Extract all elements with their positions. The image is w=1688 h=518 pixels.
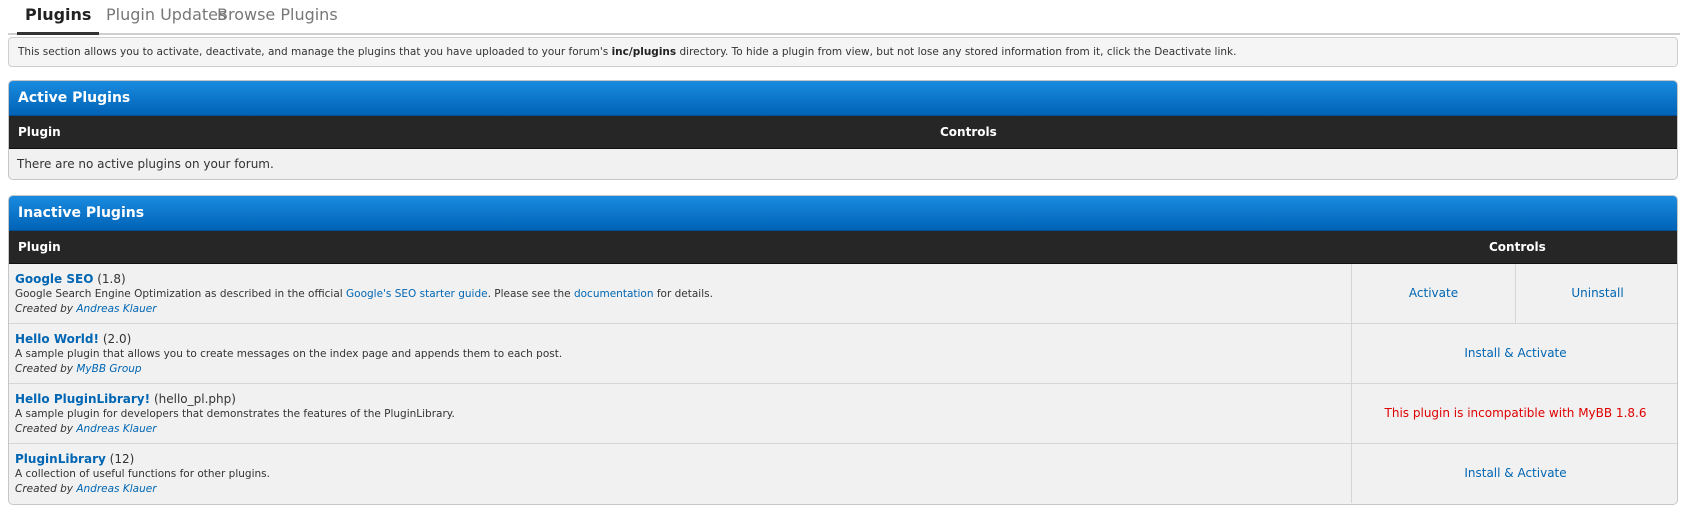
documentation-link[interactable]: documentation: [574, 288, 654, 300]
plugin-info: Hello PluginLibrary! (hello_pl.php) A sa…: [15, 391, 1335, 437]
plugin-version: (2.0): [102, 332, 132, 346]
tab-plugin-updates[interactable]: Plugin Updates: [106, 4, 226, 33]
activate-button[interactable]: Activate: [1409, 286, 1458, 300]
plugin-author-line: Created by Andreas Klauer: [15, 302, 1335, 317]
created-by-label: Created by: [15, 363, 77, 375]
install-activate-button[interactable]: Install & Activate: [1464, 466, 1566, 480]
plugin-version: (1.8): [97, 272, 126, 286]
control-cell: Activate: [1351, 264, 1515, 323]
table-row: Hello World! (2.0) A sample plugin that …: [9, 323, 1677, 383]
tab-bar: Plugins Plugin Updates Browse Plugins: [8, 0, 1680, 35]
plugin-description: A sample plugin that allows you to creat…: [15, 348, 563, 360]
author-link[interactable]: Andreas Klauer: [76, 423, 156, 435]
incompatible-notice: This plugin is incompatible with MyBB 1.…: [1351, 384, 1677, 443]
created-by-label: Created by: [15, 423, 77, 435]
author-link[interactable]: Andreas Klauer: [76, 483, 156, 495]
column-header-row: Plugin Controls: [9, 116, 1677, 149]
panel-title: Inactive Plugins: [9, 196, 1677, 231]
author-link[interactable]: MyBB Group: [76, 363, 141, 375]
active-plugins-panel: Active Plugins Plugin Controls There are…: [8, 80, 1678, 180]
control-cell: Install & Activate: [1351, 324, 1677, 383]
description-text-before: This section allows you to activate, dea…: [18, 46, 612, 58]
column-header-controls: Controls: [940, 125, 997, 139]
description-text-after: directory. To hide a plugin from view, b…: [676, 46, 1237, 58]
plugin-description-text: . Please see the: [487, 288, 574, 300]
control-cell: Uninstall: [1515, 264, 1677, 323]
plugin-description: Google Search Engine Optimization as des…: [15, 287, 1335, 302]
plugin-name-link[interactable]: PluginLibrary: [15, 452, 106, 466]
column-header-plugin: Plugin: [18, 240, 61, 254]
control-cell: Install & Activate: [1351, 444, 1677, 503]
plugin-info: Hello World! (2.0) A sample plugin that …: [15, 331, 1335, 377]
column-header-row: Plugin Controls: [9, 231, 1677, 264]
plugin-name-link[interactable]: Hello PluginLibrary!: [15, 392, 150, 406]
section-description: This section allows you to activate, dea…: [8, 37, 1678, 67]
plugin-list: Google SEO (1.8) Google Search Engine Op…: [9, 264, 1677, 503]
tab-plugins[interactable]: Plugins: [16, 4, 100, 35]
plugin-info: PluginLibrary (12) A collection of usefu…: [15, 451, 1335, 497]
plugin-description-text: Google Search Engine Optimization as des…: [15, 288, 347, 300]
install-activate-button[interactable]: Install & Activate: [1464, 346, 1566, 360]
plugin-name-link[interactable]: Google SEO: [15, 272, 93, 286]
plugin-name-link[interactable]: Hello World!: [15, 332, 99, 346]
created-by-label: Created by: [15, 483, 77, 495]
plugin-author-line: Created by MyBB Group: [15, 362, 1335, 377]
table-row: PluginLibrary (12) A collection of usefu…: [9, 443, 1677, 503]
panel-title: Active Plugins: [9, 81, 1677, 116]
column-header-controls: Controls: [1489, 240, 1546, 254]
plugin-description: A sample plugin for developers that demo…: [15, 408, 455, 420]
empty-message: There are no active plugins on your foru…: [17, 157, 274, 171]
uninstall-button[interactable]: Uninstall: [1571, 286, 1623, 300]
plugin-description: A collection of useful functions for oth…: [15, 468, 270, 480]
plugin-version: (12): [109, 452, 135, 466]
created-by-label: Created by: [15, 303, 77, 315]
column-header-plugin: Plugin: [18, 125, 61, 139]
plugin-description-text: for details.: [653, 288, 713, 300]
plugin-info: Google SEO (1.8) Google Search Engine Op…: [15, 271, 1335, 317]
tab-browse-plugins[interactable]: Browse Plugins: [217, 4, 338, 33]
description-path: inc/plugins: [611, 46, 677, 58]
plugin-author-line: Created by Andreas Klauer: [15, 422, 1335, 437]
seo-guide-link[interactable]: Google's SEO starter guide: [346, 288, 488, 300]
inactive-plugins-panel: Inactive Plugins Plugin Controls Google …: [8, 195, 1678, 505]
table-row: Google SEO (1.8) Google Search Engine Op…: [9, 264, 1677, 323]
author-link[interactable]: Andreas Klauer: [76, 303, 156, 315]
plugin-version: (hello_pl.php): [153, 392, 236, 406]
plugin-author-line: Created by Andreas Klauer: [15, 482, 1335, 497]
table-row: Hello PluginLibrary! (hello_pl.php) A sa…: [9, 383, 1677, 443]
